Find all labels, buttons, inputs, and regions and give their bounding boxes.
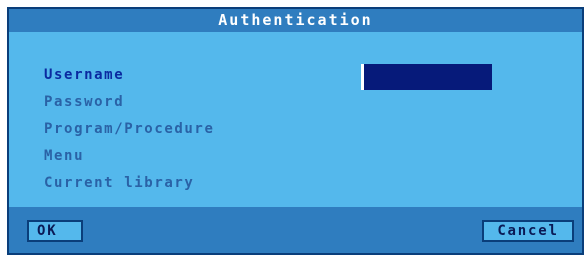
current-library-label: Current library [44,175,195,191]
screen: Authentication Username Password Program… [0,0,588,257]
authentication-dialog: Authentication Username Password Program… [7,7,584,255]
password-label: Password [44,94,125,110]
dialog-footer: OK Cancel [9,207,582,253]
username-input[interactable] [361,64,492,90]
dialog-title: Authentication [9,9,582,32]
cancel-button[interactable]: Cancel [482,220,574,242]
ok-button[interactable]: OK [27,220,83,242]
menu-label: Menu [44,148,85,164]
program-procedure-label: Program/Procedure [44,121,215,137]
username-label: Username [44,67,125,83]
